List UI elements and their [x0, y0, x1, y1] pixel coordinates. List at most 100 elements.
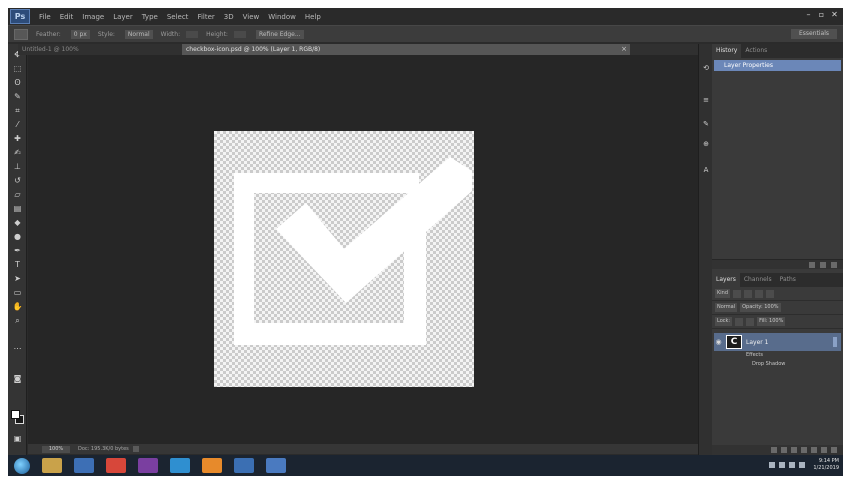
- width-input[interactable]: [186, 30, 199, 38]
- history-brush-icon[interactable]: ↺: [12, 176, 23, 185]
- volume-icon[interactable]: [789, 462, 796, 468]
- kind-filter[interactable]: Kind: [715, 289, 731, 298]
- properties-panel-icon[interactable]: ≡: [701, 96, 711, 105]
- canvas-area[interactable]: [28, 55, 698, 454]
- quick-select-icon[interactable]: ✎: [12, 92, 23, 101]
- layer-effect-item[interactable]: Drop Shadow: [712, 360, 843, 369]
- path-select-icon[interactable]: ➤: [12, 274, 23, 283]
- layer-item[interactable]: ◉ C Layer 1: [714, 333, 841, 351]
- clock[interactable]: 9:14 PM 1/21/2019: [813, 458, 839, 472]
- pen-icon[interactable]: ✒: [12, 246, 23, 255]
- new-layer-icon[interactable]: [821, 447, 827, 453]
- eraser-icon[interactable]: ▱: [12, 190, 23, 199]
- menu-file[interactable]: File: [39, 13, 51, 21]
- history-state[interactable]: Layer Properties: [714, 60, 841, 71]
- layer-effects-label[interactable]: Effects: [712, 351, 843, 360]
- lock-pixels-icon[interactable]: [735, 317, 744, 326]
- healing-brush-icon[interactable]: ✚: [12, 134, 23, 143]
- gradient-icon[interactable]: ▤: [12, 204, 23, 213]
- lock-position-icon[interactable]: [746, 317, 755, 326]
- menu-layer[interactable]: Layer: [113, 13, 133, 21]
- lasso-icon[interactable]: ʘ: [12, 78, 23, 87]
- marquee-icon[interactable]: ⬚: [12, 64, 23, 73]
- type-filter-icon[interactable]: [755, 289, 764, 298]
- menu-help[interactable]: Help: [305, 13, 321, 21]
- tab-paths[interactable]: Paths: [776, 273, 800, 287]
- adjustment-filter-icon[interactable]: [744, 289, 753, 298]
- brush-icon[interactable]: ✍: [12, 148, 23, 157]
- illustrator-taskbar-icon[interactable]: [202, 458, 222, 473]
- tab-history[interactable]: History: [712, 44, 742, 58]
- fill-field[interactable]: Fill: 100%: [757, 317, 786, 326]
- link-layers-icon[interactable]: [771, 447, 777, 453]
- visibility-eye-icon[interactable]: ◉: [714, 338, 723, 346]
- document-canvas[interactable]: [214, 131, 474, 387]
- menu-edit[interactable]: Edit: [60, 13, 74, 21]
- close-icon[interactable]: ×: [621, 44, 627, 55]
- file-explorer-taskbar-icon[interactable]: [42, 458, 62, 473]
- media-player-taskbar-icon[interactable]: [74, 458, 94, 473]
- refine-edge-button[interactable]: Refine Edge...: [255, 29, 304, 39]
- shape-icon[interactable]: ▭: [12, 288, 23, 297]
- scrollbar-thumb[interactable]: [833, 337, 837, 347]
- menu-filter[interactable]: Filter: [197, 13, 214, 21]
- zoom-field[interactable]: 100%: [42, 445, 70, 453]
- opacity-field[interactable]: Opacity: 100%: [740, 303, 781, 312]
- minimize-button[interactable]: –: [804, 10, 813, 19]
- mask-icon[interactable]: [791, 447, 797, 453]
- dodge-icon[interactable]: ●: [12, 232, 23, 241]
- edge-taskbar-icon[interactable]: [170, 458, 190, 473]
- screen-recorder-taskbar-icon[interactable]: [266, 458, 286, 473]
- snapshot-icon[interactable]: [809, 261, 815, 268]
- menu-window[interactable]: Window: [268, 13, 296, 21]
- tray-arrow-icon[interactable]: [769, 462, 776, 468]
- eyedropper-icon[interactable]: ⁄: [12, 120, 23, 129]
- menu-view[interactable]: View: [243, 13, 260, 21]
- type-icon[interactable]: T: [12, 260, 23, 269]
- new-document-icon[interactable]: [820, 261, 826, 268]
- foreground-color-swatch[interactable]: [11, 410, 20, 419]
- blur-icon[interactable]: ◆: [12, 218, 23, 227]
- start-button[interactable]: [14, 457, 30, 474]
- tab-channels[interactable]: Channels: [740, 273, 776, 287]
- history-panel-icon[interactable]: ⟲: [701, 64, 711, 73]
- trash-icon[interactable]: [831, 261, 837, 268]
- menu-image[interactable]: Image: [82, 13, 104, 21]
- menu-select[interactable]: Select: [167, 13, 189, 21]
- height-input[interactable]: [233, 30, 246, 38]
- tab-actions[interactable]: Actions: [741, 44, 771, 58]
- layer-name[interactable]: Layer 1: [746, 339, 768, 346]
- marquee-tool-icon[interactable]: [14, 28, 28, 40]
- shape-filter-icon[interactable]: [766, 289, 775, 298]
- feather-input[interactable]: 0 px: [70, 29, 90, 39]
- quick-mask-icon[interactable]: ◙: [12, 374, 23, 383]
- active-document-tab[interactable]: checkbox-icon.psd @ 100% (Layer 1, RGB/8…: [182, 44, 630, 55]
- status-menu-arrow-icon[interactable]: [132, 446, 139, 452]
- menu-3d[interactable]: 3D: [224, 13, 234, 21]
- pixel-filter-icon[interactable]: [733, 289, 742, 298]
- maximize-button[interactable]: ▫: [817, 10, 826, 19]
- tab-layers[interactable]: Layers: [712, 273, 740, 287]
- zoom-icon[interactable]: ⌕: [12, 316, 23, 325]
- hand-icon[interactable]: ✋: [12, 302, 23, 311]
- fx-icon[interactable]: [781, 447, 787, 453]
- style-select[interactable]: Normal: [124, 29, 153, 39]
- workspace-select[interactable]: Essentials: [791, 29, 837, 39]
- crop-icon[interactable]: ⌗: [12, 106, 23, 115]
- photoshop-taskbar-icon[interactable]: [234, 458, 254, 473]
- brush-panel-icon[interactable]: ✎: [701, 120, 711, 129]
- clone-stamp-icon[interactable]: ⊥: [12, 162, 23, 171]
- screen-mode-icon[interactable]: ▣: [12, 434, 23, 443]
- edit-toolbar-icon[interactable]: ⋯: [12, 344, 23, 353]
- premiere-taskbar-icon[interactable]: [138, 458, 158, 473]
- clone-source-icon[interactable]: ⊕: [701, 140, 711, 149]
- network-icon[interactable]: [779, 462, 786, 468]
- flag-icon[interactable]: [799, 462, 806, 468]
- character-panel-icon[interactable]: A: [701, 166, 711, 175]
- group-icon[interactable]: [811, 447, 817, 453]
- adjustment-layer-icon[interactable]: [801, 447, 807, 453]
- chrome-taskbar-icon[interactable]: [106, 458, 126, 473]
- delete-layer-icon[interactable]: [831, 447, 837, 453]
- close-button[interactable]: ✕: [830, 10, 839, 19]
- menu-type[interactable]: Type: [142, 13, 158, 21]
